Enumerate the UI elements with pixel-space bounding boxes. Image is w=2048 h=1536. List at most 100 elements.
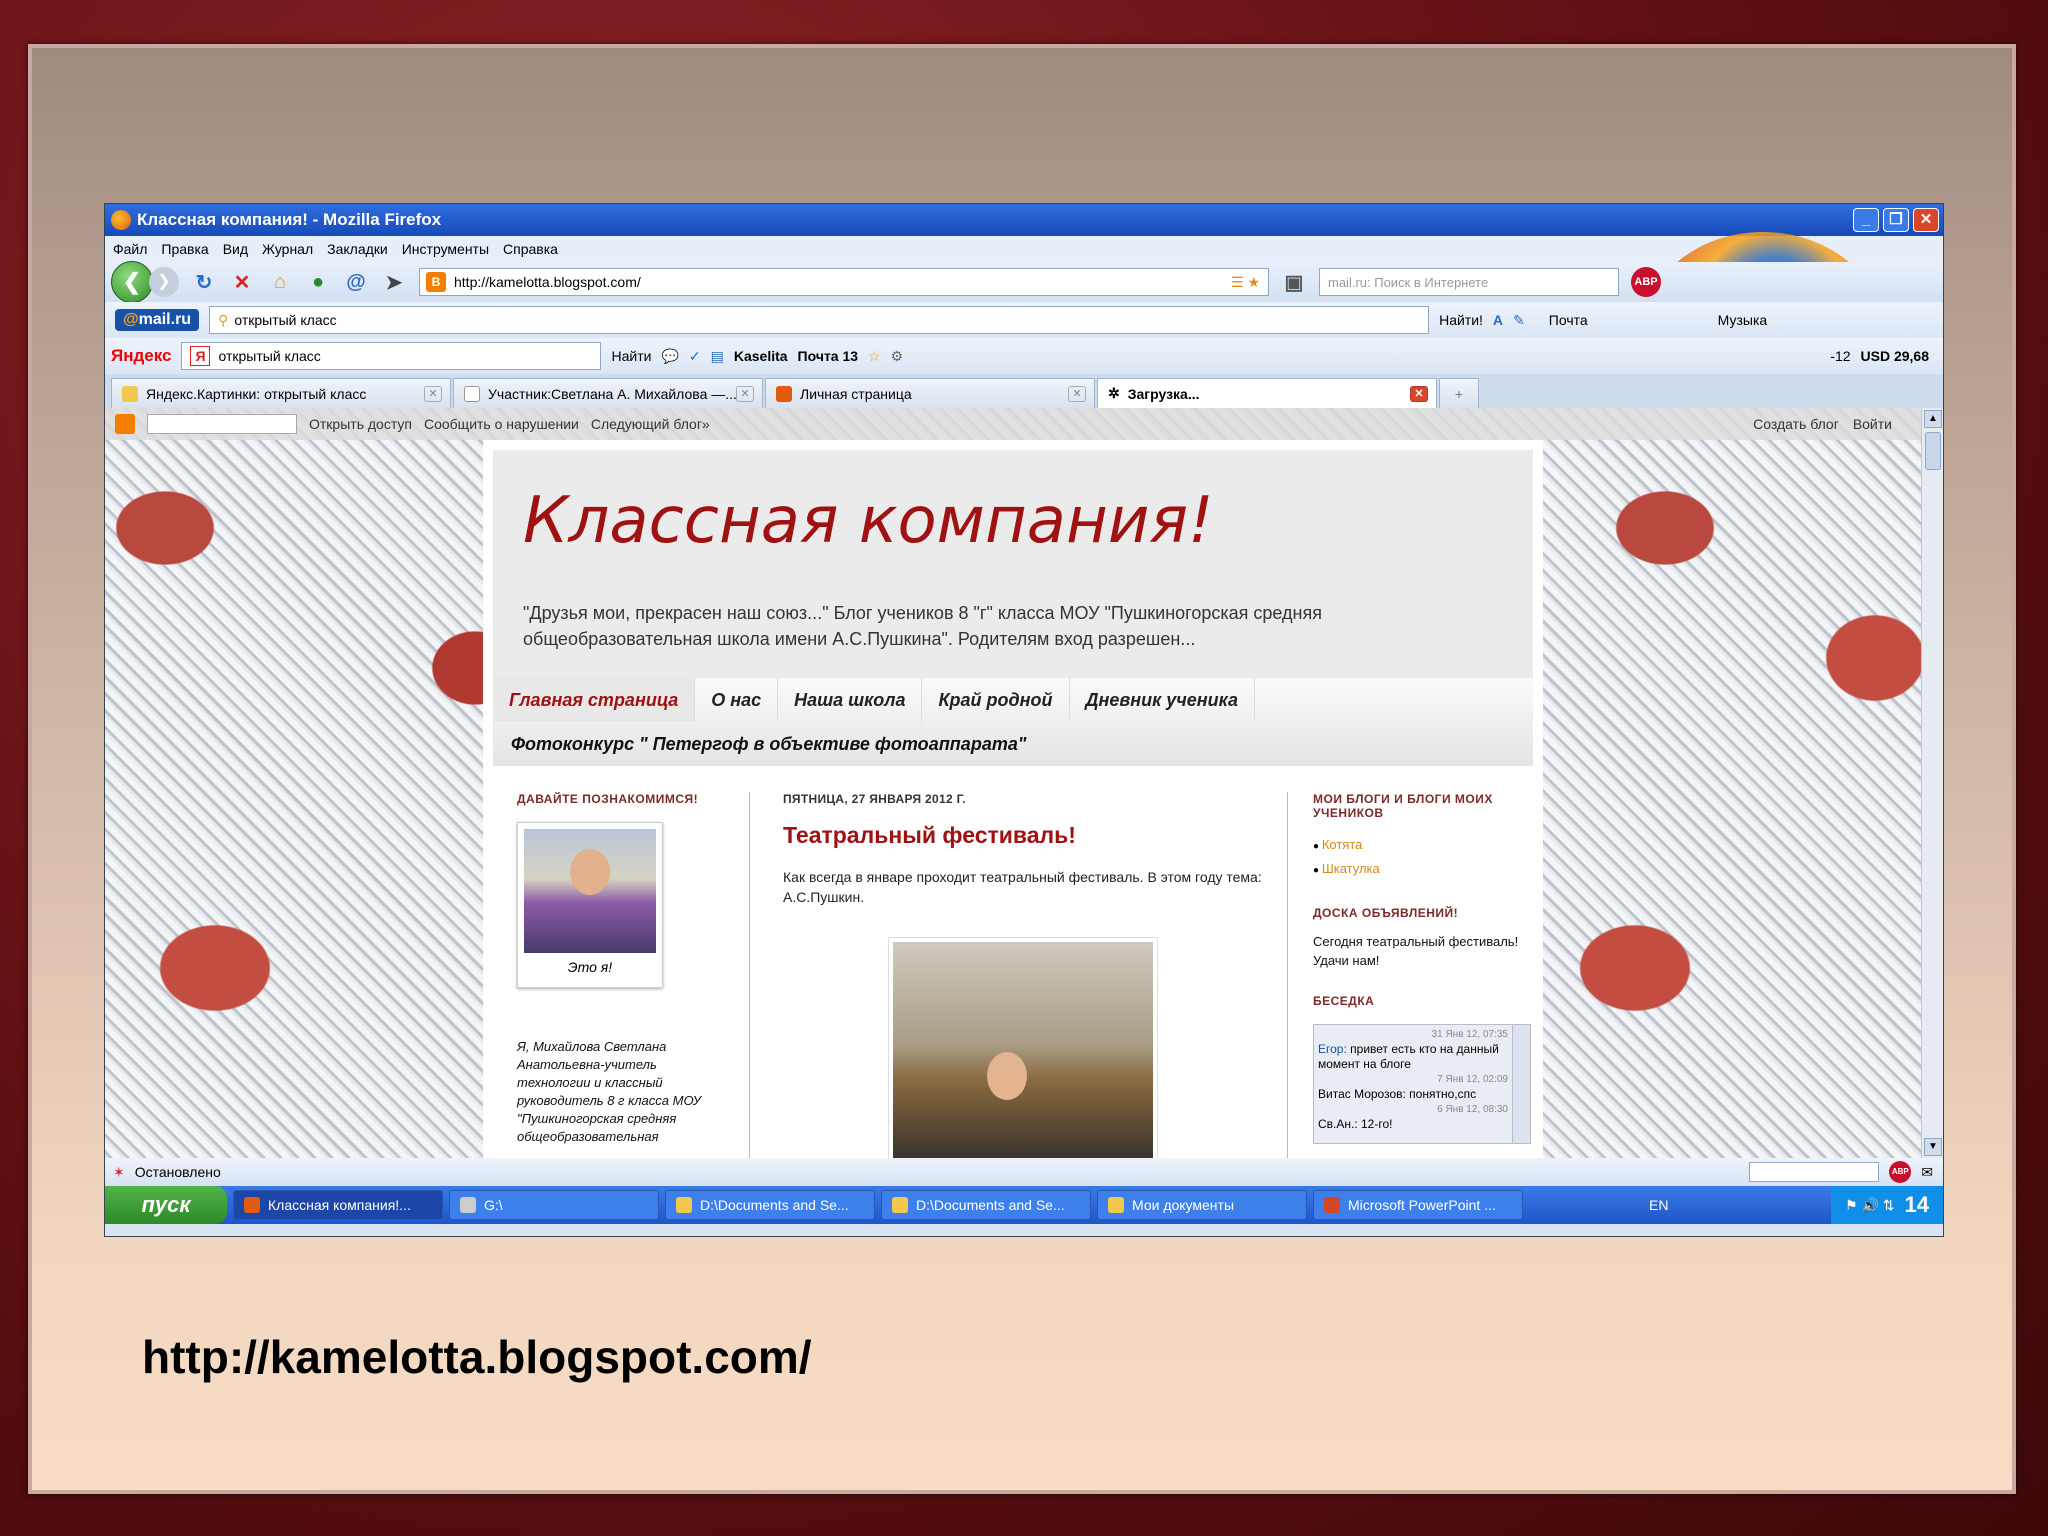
usd-rate: USD 29,68 xyxy=(1860,348,1929,364)
yandex-user[interactable]: Kaselita xyxy=(734,348,788,364)
profile-photo[interactable]: Это я! xyxy=(517,822,663,988)
post-title[interactable]: Театральный фестиваль! xyxy=(783,822,1263,849)
blog-title[interactable]: Классная компания! xyxy=(523,484,1214,558)
nav-home[interactable]: Главная страница xyxy=(493,678,696,722)
share-link[interactable]: Открыть доступ xyxy=(309,416,412,432)
chat-scrollbar[interactable] xyxy=(1512,1025,1530,1143)
camera-icon[interactable]: ▣ xyxy=(1281,269,1307,295)
url-bar[interactable]: B http://kamelotta.blogspot.com/ ☰ ★ xyxy=(419,268,1269,296)
status-search-input[interactable] xyxy=(1749,1162,1880,1182)
chat-box[interactable]: 31 Янв 12, 07:35 Егор: привет есть кто н… xyxy=(1313,1024,1531,1144)
scroll-thumb[interactable] xyxy=(1925,432,1941,470)
addon-icon[interactable]: ● xyxy=(305,269,331,295)
blog-page: Классная компания! "Друзья мои, прекрасе… xyxy=(483,440,1543,1158)
task-my-documents[interactable]: Мои документы xyxy=(1097,1190,1307,1220)
tab-loading[interactable]: ✲ Загрузка... ✕ xyxy=(1097,378,1437,408)
home-icon[interactable]: ⌂ xyxy=(267,269,293,295)
chat-message: Витас Морозов: понятно,спс xyxy=(1318,1087,1477,1101)
next-blog-link[interactable]: Следующий блог» xyxy=(591,416,710,432)
scroll-down-icon[interactable]: ▼ xyxy=(1924,1138,1942,1156)
menu-help[interactable]: Справка xyxy=(503,241,558,257)
task-firefox[interactable]: Классная компания!... xyxy=(233,1190,443,1220)
minimize-button[interactable]: _ xyxy=(1853,208,1879,232)
tab-close-icon[interactable]: ✕ xyxy=(1410,385,1428,402)
search-icon: ⚲ xyxy=(218,311,229,328)
tab-close-icon[interactable]: ✕ xyxy=(1068,385,1086,402)
nav-region[interactable]: Край родной xyxy=(922,678,1070,722)
tab-yandex-images[interactable]: Яндекс.Картинки: открытый класс ✕ xyxy=(111,378,451,408)
blog-link-shkatulka[interactable]: Шкатулка xyxy=(1313,858,1523,882)
yandex-search-input[interactable]: Я открытый класс xyxy=(181,342,602,370)
blogger-icon[interactable] xyxy=(115,414,135,434)
scroll-up-icon[interactable]: ▲ xyxy=(1924,410,1942,428)
task-drive-g[interactable]: G:\ xyxy=(449,1190,659,1220)
create-blog-link[interactable]: Создать блог xyxy=(1753,416,1839,432)
font-icon[interactable]: A xyxy=(1493,312,1503,328)
menu-history[interactable]: Журнал xyxy=(262,241,313,257)
chat-author[interactable]: Егор: xyxy=(1318,1042,1347,1056)
status-bar: ✶ Остановлено ABP ✉ xyxy=(105,1158,1943,1186)
maximize-button[interactable]: ❐ xyxy=(1883,208,1909,232)
task-documents-2[interactable]: D:\Documents and Se... xyxy=(881,1190,1091,1220)
profile-image xyxy=(524,829,656,953)
search-input[interactable]: mail.ru: Поиск в Интернете xyxy=(1319,268,1619,296)
yandex-mail-link[interactable]: Почта 13 xyxy=(798,348,859,364)
tab-close-icon[interactable]: ✕ xyxy=(424,385,442,402)
menu-view[interactable]: Вид xyxy=(223,241,248,257)
yandex-find-button[interactable]: Найти xyxy=(611,348,651,364)
mailru-find-button[interactable]: Найти! xyxy=(1439,312,1483,328)
rss-icon[interactable]: ☰ ★ xyxy=(1231,274,1260,291)
menu-tools[interactable]: Инструменты xyxy=(402,241,489,257)
pencil-icon[interactable]: ✎ xyxy=(1513,312,1525,329)
task-documents-1[interactable]: D:\Documents and Se... xyxy=(665,1190,875,1220)
blog-links: Котята Шкатулка xyxy=(1313,834,1523,882)
star-icon[interactable]: ☆ xyxy=(868,348,881,365)
spell-check-icon[interactable]: ✓ xyxy=(689,348,701,365)
login-link[interactable]: Войти xyxy=(1853,416,1892,432)
blogger-search-input[interactable] xyxy=(147,414,297,434)
page-scrollbar[interactable]: ▲ ▼ xyxy=(1921,408,1943,1158)
status-text: Остановлено xyxy=(134,1164,221,1180)
yandex-logo[interactable]: Яндекс xyxy=(111,346,171,366)
mailru-logo[interactable]: @mail.ru xyxy=(115,309,200,331)
translate-icon[interactable]: ▤ xyxy=(711,348,724,365)
back-button[interactable]: ❮ xyxy=(111,261,153,303)
chat-icon[interactable]: 💬 xyxy=(661,348,678,365)
tray-icons[interactable]: ⚑ 🔊 ⇅ xyxy=(1845,1197,1895,1214)
menu-file[interactable]: Файл xyxy=(113,241,147,257)
nav-school[interactable]: Наша школа xyxy=(778,678,923,722)
adblock-status-icon[interactable]: ABP xyxy=(1889,1161,1912,1183)
menu-bar: Файл Правка Вид Журнал Закладки Инструме… xyxy=(105,236,1943,262)
new-tab-button[interactable]: + xyxy=(1439,378,1479,408)
mailru-mail-link[interactable]: Почта xyxy=(1549,312,1588,328)
menu-bookmarks[interactable]: Закладки xyxy=(327,241,388,257)
post-image[interactable] xyxy=(888,937,1158,1158)
cursor-icon[interactable]: ➤ xyxy=(381,269,407,295)
clock[interactable]: 14 xyxy=(1905,1192,1929,1218)
swirl-icon[interactable]: @ xyxy=(343,269,369,295)
reload-icon[interactable]: ↻ xyxy=(191,269,217,295)
mailru-toolbar: @mail.ru ⚲ открытый класс Найти! A ✎ Поч… xyxy=(105,302,1943,338)
menu-edit[interactable]: Правка xyxy=(161,241,208,257)
start-button[interactable]: пуск xyxy=(105,1186,227,1224)
adblock-icon[interactable]: ABP xyxy=(1631,267,1661,297)
nav-diary[interactable]: Дневник ученика xyxy=(1070,678,1256,722)
settings-gear-icon[interactable]: ⚙ xyxy=(891,348,904,365)
about-heading: ДАВАЙТЕ ПОЗНАКОМИМСЯ! xyxy=(517,792,699,806)
main-column: ПЯТНИЦА, 27 ЯНВАРЯ 2012 Г. Театральный ф… xyxy=(783,792,1263,1158)
tab-personal-page[interactable]: Личная страница ✕ xyxy=(765,378,1095,408)
language-indicator[interactable]: EN xyxy=(1649,1197,1668,1213)
gmail-icon[interactable]: ✉ xyxy=(1921,1164,1933,1181)
mailru-music-link[interactable]: Музыка xyxy=(1718,312,1768,328)
task-powerpoint[interactable]: Microsoft PowerPoint ... xyxy=(1313,1190,1523,1220)
forward-button[interactable]: ❯ xyxy=(149,267,179,297)
stop-icon[interactable]: ✕ xyxy=(229,269,255,295)
close-button[interactable]: ✕ xyxy=(1913,208,1939,232)
tab-close-icon[interactable]: ✕ xyxy=(736,385,754,402)
report-link[interactable]: Сообщить о нарушении xyxy=(424,416,579,432)
mailru-search-input[interactable]: ⚲ открытый класс xyxy=(209,306,1430,334)
blog-link-kotyata[interactable]: Котята xyxy=(1313,834,1523,858)
tab-participant[interactable]: Участник:Светлана А. Михайлова —... ✕ xyxy=(453,378,763,408)
nav-about[interactable]: О нас xyxy=(695,678,779,722)
nav-photo-contest[interactable]: Фотоконкурс " Петергоф в объективе фотоа… xyxy=(493,722,1533,766)
